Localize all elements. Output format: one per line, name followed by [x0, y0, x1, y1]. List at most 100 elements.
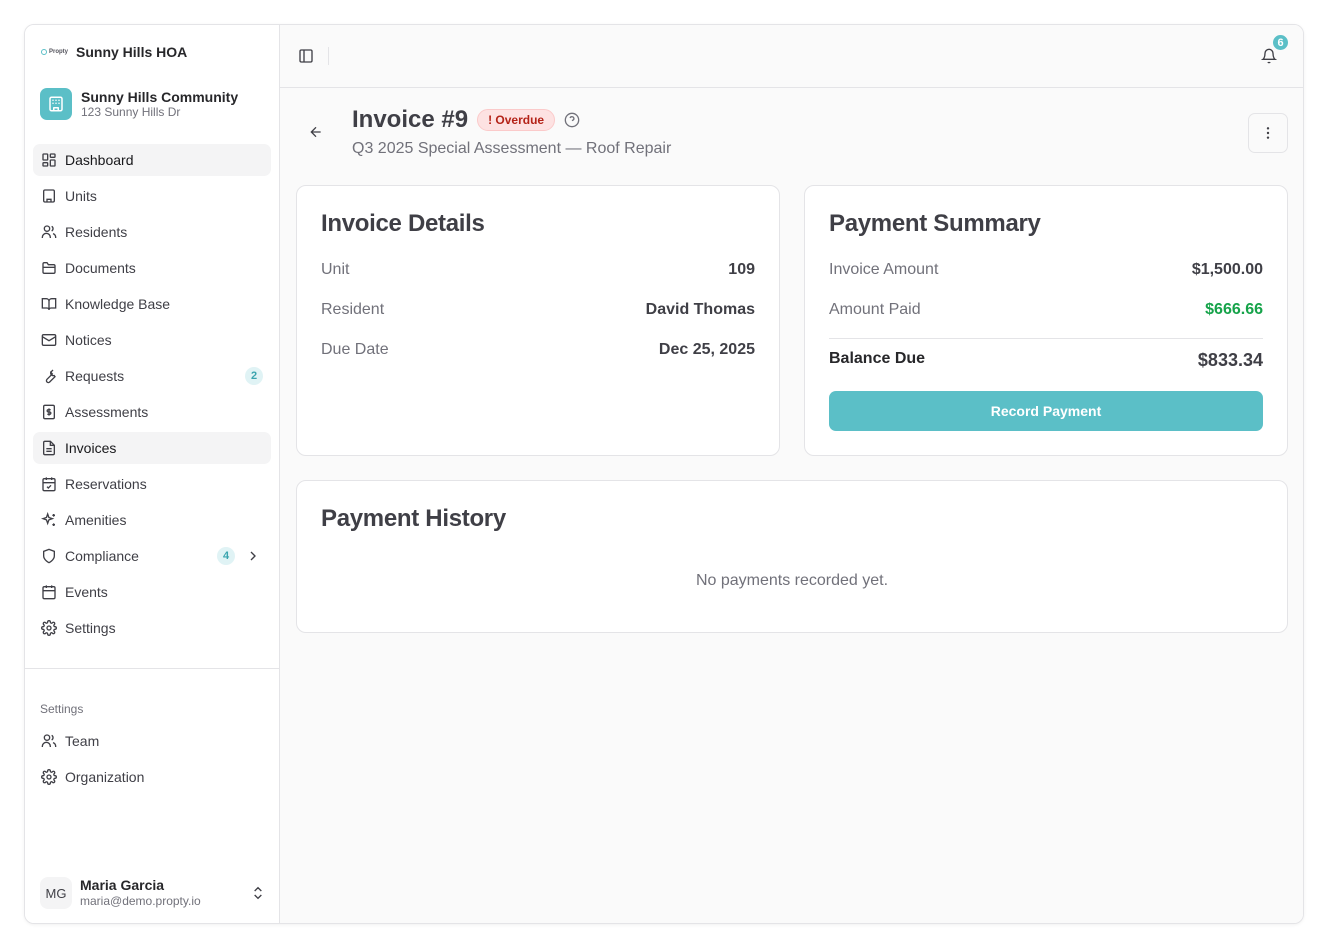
- amount-paid-value: $666.66: [1205, 301, 1263, 318]
- sidebar-item-organization[interactable]: Organization: [33, 761, 271, 793]
- wrench-icon: [41, 368, 57, 384]
- settings-section-label: Settings: [40, 702, 84, 716]
- summary-label: Balance Due: [829, 350, 926, 367]
- detail-label: Due Date: [321, 341, 389, 358]
- sidebar-item-label: Reservations: [65, 476, 147, 492]
- sidebar-item-documents[interactable]: Documents: [33, 252, 271, 284]
- sidebar-item-assessments[interactable]: Assessments: [33, 396, 271, 428]
- amount-paid-row: Amount Paid $666.66: [829, 301, 1263, 319]
- page-subtitle: Q3 2025 Special Assessment — Roof Repair: [352, 140, 672, 157]
- record-payment-button[interactable]: Record Payment: [829, 391, 1263, 431]
- status-badge: ! Overdue: [477, 109, 556, 131]
- building-icon: [40, 88, 72, 120]
- calendar-icon: [41, 584, 57, 600]
- brand-logo: Propty: [41, 49, 68, 55]
- sidebar-item-amenities[interactable]: Amenities: [33, 504, 271, 536]
- compliance-count-badge: 4: [217, 547, 235, 565]
- sidebar-item-label: Assessments: [65, 404, 149, 420]
- brand[interactable]: Propty Sunny Hills HOA: [41, 44, 187, 60]
- gear-icon: [41, 620, 57, 636]
- sidebar-item-label: Settings: [65, 620, 116, 636]
- users-icon: [41, 224, 57, 240]
- sidebar-item-label: Events: [65, 584, 108, 600]
- sidebar-item-label: Documents: [65, 260, 136, 276]
- sidebar-item-label: Dashboard: [65, 152, 134, 168]
- brand-name: Sunny Hills HOA: [76, 44, 188, 60]
- sidebar-item-units[interactable]: Units: [33, 180, 271, 212]
- sidebar-item-settings[interactable]: Settings: [33, 612, 271, 644]
- empty-state-text: No payments recorded yet.: [695, 572, 889, 589]
- sidebar-item-label: Team: [65, 733, 100, 749]
- detail-label: Unit: [321, 261, 350, 278]
- help-icon[interactable]: [564, 112, 580, 128]
- detail-label: Resident: [321, 301, 385, 318]
- sidebar-item-label: Invoices: [65, 440, 117, 456]
- sidebar-item-compliance[interactable]: Compliance 4: [33, 540, 271, 572]
- sidebar-item-residents[interactable]: Residents: [33, 216, 271, 248]
- summary-divider: [829, 338, 1263, 339]
- user-menu[interactable]: MG Maria Garcia maria@demo.propty.io: [40, 877, 266, 909]
- sidebar-item-label: Units: [65, 188, 97, 204]
- chevrons-up-down-icon[interactable]: [250, 885, 266, 901]
- sidebar-item-requests[interactable]: Requests 2: [33, 360, 271, 392]
- folder-icon: [41, 260, 57, 276]
- back-arrow-icon[interactable]: [308, 124, 324, 140]
- sidebar-divider: [25, 668, 280, 669]
- main-content: 6 Invoice #9 ! Overdue Q3 2025 Special A…: [280, 25, 1303, 923]
- more-vertical-icon: [1266, 127, 1270, 139]
- sidebar-item-dashboard[interactable]: Dashboard: [33, 144, 271, 176]
- requests-count-badge: 2: [245, 367, 263, 385]
- notification-count-badge: 6: [1271, 33, 1290, 52]
- page-header: Invoice #9 ! Overdue: [352, 106, 580, 134]
- summary-label: Invoice Amount: [829, 261, 939, 278]
- community-switcher[interactable]: Sunny Hills Community 123 Sunny Hills Dr: [40, 88, 238, 120]
- detail-value: David Thomas: [645, 301, 755, 318]
- topbar: 6: [280, 25, 1303, 88]
- dollar-icon: [41, 404, 57, 420]
- shield-icon: [41, 548, 57, 564]
- invoice-details-card: Invoice Details Unit 109 Resident David …: [296, 185, 780, 456]
- users-icon: [41, 733, 57, 749]
- avatar: MG: [40, 877, 72, 909]
- book-icon: [41, 296, 57, 312]
- sidebar-item-events[interactable]: Events: [33, 576, 271, 608]
- community-name: Sunny Hills Community: [81, 88, 239, 105]
- sidebar-item-label: Requests: [65, 368, 125, 384]
- building-icon: [41, 188, 57, 204]
- card-title: Payment History: [321, 505, 506, 532]
- sidebar-item-knowledge-base[interactable]: Knowledge Base: [33, 288, 271, 320]
- topbar-separator: [328, 47, 329, 65]
- dashboard-icon: [41, 152, 57, 168]
- sidebar-item-invoices[interactable]: Invoices: [33, 432, 271, 464]
- sidebar-item-team[interactable]: Team: [33, 725, 271, 757]
- balance-due-row: Balance Due $833.34: [829, 350, 1263, 371]
- file-icon: [41, 440, 57, 456]
- user-email: maria@demo.propty.io: [80, 894, 201, 908]
- card-title: Payment Summary: [829, 210, 1041, 237]
- page-title: Invoice #9: [352, 106, 469, 133]
- sidebar-item-label: Organization: [65, 769, 145, 785]
- sidebar: Propty Sunny Hills HOA Sunny Hills Commu…: [25, 25, 280, 923]
- sidebar-nav: Dashboard Units Residents Documents Know…: [33, 144, 271, 648]
- sidebar-item-label: Amenities: [65, 512, 127, 528]
- detail-value: 109: [728, 261, 755, 278]
- sparkles-icon: [41, 512, 57, 528]
- settings-nav: Team Organization: [33, 725, 271, 797]
- app-window: Propty Sunny Hills HOA Sunny Hills Commu…: [24, 24, 1304, 924]
- detail-value: Dec 25, 2025: [658, 341, 755, 358]
- sidebar-item-label: Compliance: [65, 548, 139, 564]
- detail-row-due-date: Due Date Dec 25, 2025: [321, 341, 755, 359]
- payment-summary-card: Payment Summary Invoice Amount $1,500.00…: [804, 185, 1288, 456]
- community-address: 123 Sunny Hills Dr: [81, 104, 181, 119]
- sidebar-item-notices[interactable]: Notices: [33, 324, 271, 356]
- sidebar-item-reservations[interactable]: Reservations: [33, 468, 271, 500]
- invoice-amount-row: Invoice Amount $1,500.00: [829, 261, 1263, 279]
- sidebar-toggle-icon[interactable]: [298, 48, 314, 64]
- card-title: Invoice Details: [321, 210, 485, 237]
- sidebar-item-label: Knowledge Base: [65, 296, 171, 312]
- chevron-right-icon[interactable]: [245, 548, 261, 564]
- sidebar-item-label: Notices: [65, 332, 112, 348]
- sidebar-item-label: Residents: [65, 224, 128, 240]
- more-actions-button[interactable]: [1248, 113, 1288, 153]
- mail-icon: [41, 332, 57, 348]
